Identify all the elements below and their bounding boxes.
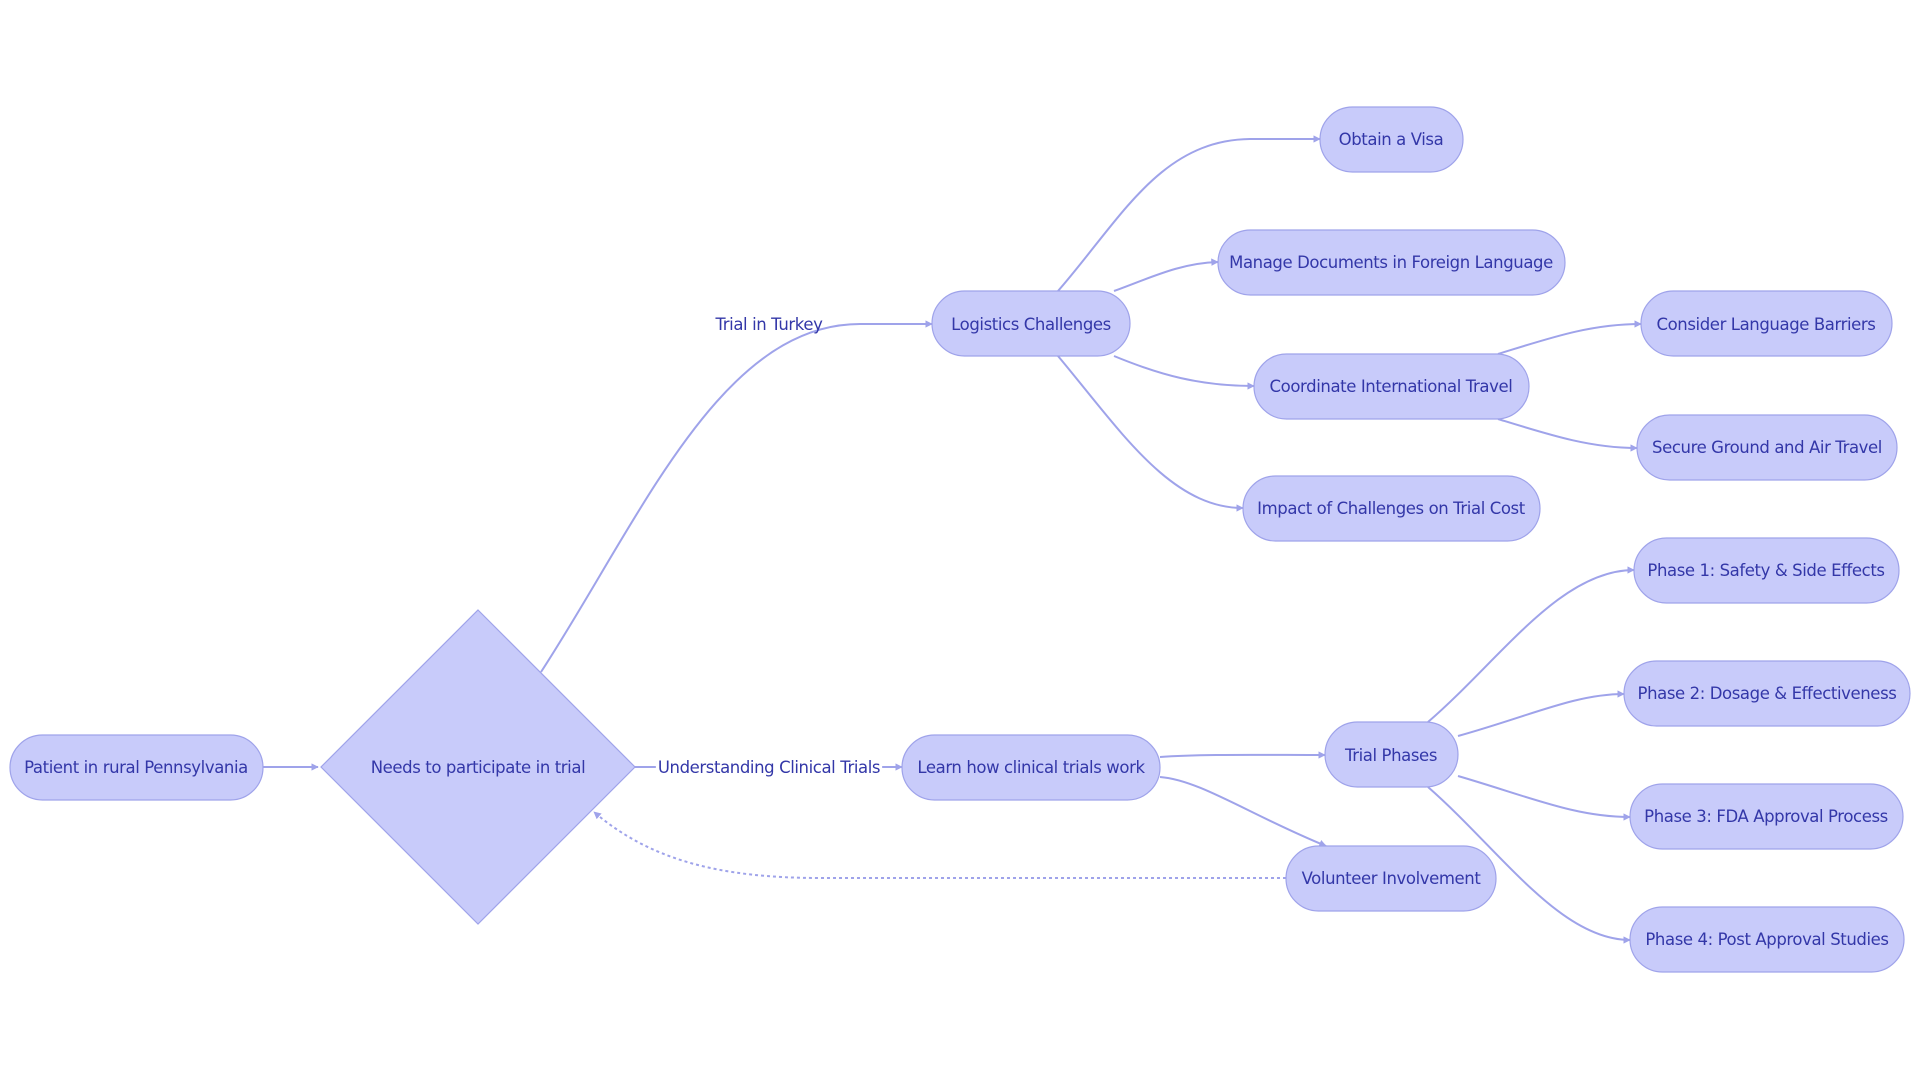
nodes: Patient in rural Pennsylvania Needs to p… (9, 106, 1911, 973)
node-phase3[interactable]: Phase 3: FDA Approval Process (1629, 783, 1904, 850)
node-language[interactable]: Consider Language Barriers (1640, 290, 1893, 357)
edge-label-trial-in-turkey: Trial in Turkey (715, 315, 824, 334)
node-patient-label: Patient in rural Pennsylvania (24, 758, 248, 777)
edge-label-understanding-clinical-trials: Understanding Clinical Trials (658, 758, 880, 777)
edge-logistics-to-impact (1057, 355, 1244, 512)
edge-coordinate-to-secure (1497, 418, 1638, 452)
node-volunteer[interactable]: Volunteer Involvement (1285, 845, 1497, 912)
node-phase3-label: Phase 3: FDA Approval Process (1644, 807, 1888, 826)
node-phase4-label: Phase 4: Post Approval Studies (1645, 930, 1888, 949)
node-visa[interactable]: Obtain a Visa (1319, 106, 1464, 173)
edge-volunteer-to-decision (593, 811, 1286, 879)
node-learn-label: Learn how clinical trials work (917, 758, 1145, 777)
node-phase2[interactable]: Phase 2: Dosage & Effectiveness (1623, 660, 1911, 727)
node-decision-label: Needs to participate in trial (371, 758, 586, 777)
node-coordinate[interactable]: Coordinate International Travel (1253, 353, 1530, 420)
node-logistics-label: Logistics Challenges (951, 315, 1111, 334)
node-phase1[interactable]: Phase 1: Safety & Side Effects (1633, 537, 1900, 604)
node-logistics[interactable]: Logistics Challenges (931, 290, 1131, 357)
node-phase1-label: Phase 1: Safety & Side Effects (1647, 561, 1884, 580)
node-documents-label: Manage Documents in Foreign Language (1229, 253, 1553, 272)
edge-logistics-to-coordinate (1113, 355, 1255, 390)
node-secure[interactable]: Secure Ground and Air Travel (1636, 414, 1898, 481)
node-coordinate-label: Coordinate International Travel (1270, 377, 1513, 396)
node-phase2-label: Phase 2: Dosage & Effectiveness (1638, 684, 1897, 703)
node-decision[interactable]: Needs to participate in trial (320, 609, 636, 925)
edge-decision-to-logistics (540, 320, 933, 673)
node-learn[interactable]: Learn how clinical trials work (901, 734, 1161, 801)
edge-phases-to-phase3 (1457, 775, 1631, 821)
node-visa-label: Obtain a Visa (1339, 130, 1444, 149)
edge-coordinate-to-language (1497, 320, 1642, 355)
edge-learn-to-phases (1159, 751, 1326, 759)
node-secure-label: Secure Ground and Air Travel (1652, 438, 1882, 457)
edge-logistics-to-documents (1113, 258, 1219, 292)
node-impact-label: Impact of Challenges on Trial Cost (1257, 499, 1526, 518)
node-phase4[interactable]: Phase 4: Post Approval Studies (1629, 906, 1905, 973)
edge-phases-to-phase1 (1427, 566, 1635, 723)
edge-phases-to-phase2 (1457, 690, 1625, 737)
node-language-label: Consider Language Barriers (1656, 315, 1875, 334)
edge-labels: Trial in Turkey Understanding Clinical T… (655, 315, 883, 777)
edge-learn-to-volunteer (1159, 776, 1327, 847)
node-volunteer-label: Volunteer Involvement (1302, 869, 1482, 888)
node-phases-label: Trial Phases (1344, 746, 1437, 765)
flowchart-canvas: Trial in Turkey Understanding Clinical T… (9, 106, 1911, 973)
node-patient[interactable]: Patient in rural Pennsylvania (9, 734, 264, 801)
node-impact[interactable]: Impact of Challenges on Trial Cost (1242, 475, 1541, 542)
node-phases[interactable]: Trial Phases (1324, 721, 1459, 788)
node-documents[interactable]: Manage Documents in Foreign Language (1217, 229, 1566, 296)
